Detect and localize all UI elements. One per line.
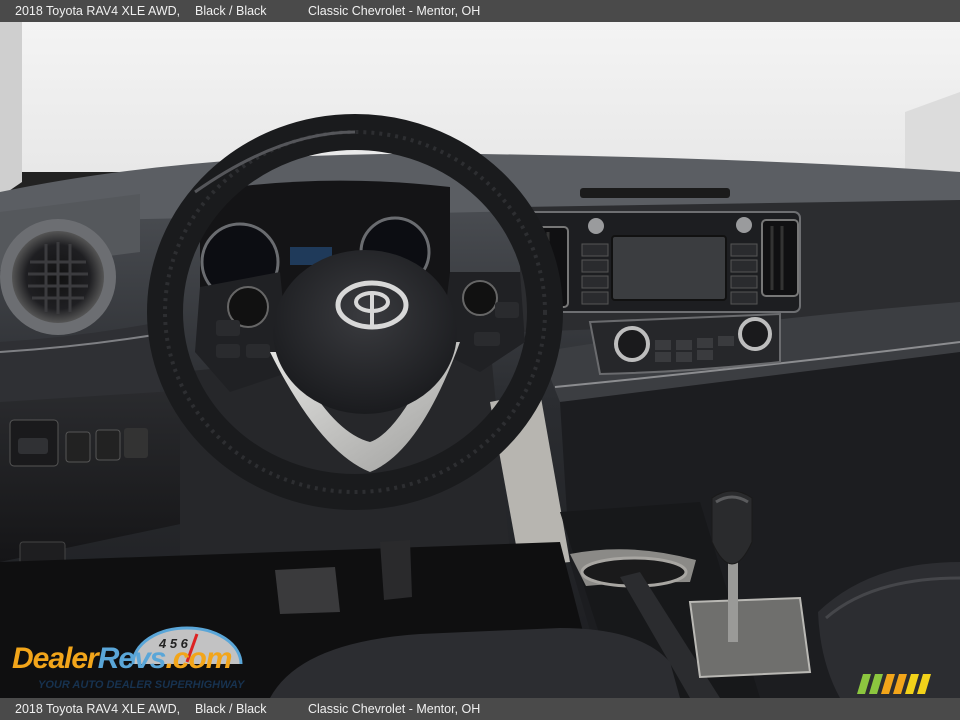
interior-photo bbox=[0, 22, 960, 698]
tune-knob bbox=[736, 217, 752, 233]
temp-knob-right bbox=[738, 317, 772, 351]
dealer-location: Classic Chevrolet - Mentor, OH bbox=[308, 4, 481, 18]
brand-part-com: .com bbox=[165, 642, 232, 675]
brand-part-revs: Revs bbox=[97, 642, 167, 675]
windshield bbox=[0, 22, 960, 172]
dashboard-illustration bbox=[0, 22, 960, 698]
vehicle-colors: Black / Black bbox=[195, 4, 267, 18]
footer-vehicle-title: 2018 Toyota RAV4 XLE AWD, bbox=[15, 702, 181, 716]
dealerrevs-watermark: 4 5 6 DealerRevs.com YOUR AUTO DEALER SU… bbox=[12, 622, 272, 694]
bottom-caption-bar: 2018 Toyota RAV4 XLE AWD, Black / Black … bbox=[0, 698, 960, 720]
brand-part-dealer: Dealer bbox=[12, 642, 99, 675]
shifter-gate bbox=[688, 596, 812, 679]
temp-knob-left bbox=[614, 326, 650, 362]
footer-dealer-location: Classic Chevrolet - Mentor, OH bbox=[308, 702, 481, 716]
stripes-logo-icon bbox=[857, 674, 931, 694]
footer-vehicle-colors: Black / Black bbox=[195, 702, 267, 716]
top-caption-bar: 2018 Toyota RAV4 XLE AWD, Black / Black … bbox=[0, 0, 960, 22]
vehicle-title: 2018 Toyota RAV4 XLE AWD, bbox=[15, 4, 181, 18]
airbag-hub bbox=[273, 250, 457, 414]
dealerrevs-tagline: YOUR AUTO DEALER SUPERHIGHWAY bbox=[38, 679, 245, 691]
brake-pedal bbox=[275, 567, 340, 614]
head-unit-screen bbox=[612, 236, 726, 300]
volume-knob bbox=[588, 218, 604, 234]
trip-dpad-icon bbox=[462, 280, 498, 316]
dealerrevs-wordmark: DealerRevs.com bbox=[12, 642, 232, 676]
